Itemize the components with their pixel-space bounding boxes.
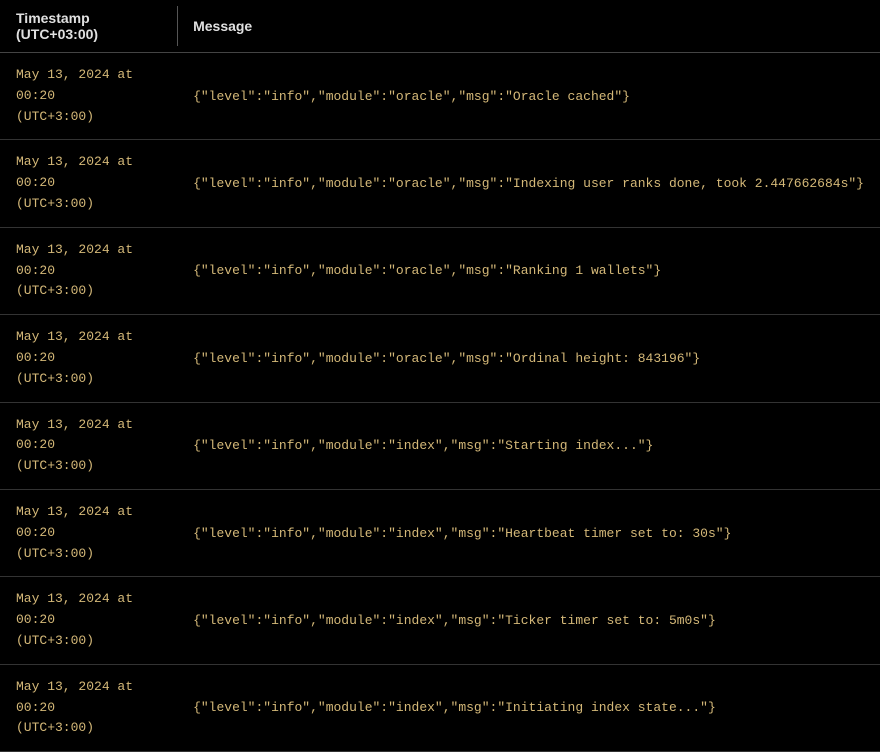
table-row[interactable]: May 13, 2024 at 00:20(UTC+3:00){"level":… — [0, 53, 880, 140]
timestamp-date: May 13, 2024 at 00:20 — [16, 502, 161, 544]
message-cell: {"level":"info","module":"index","msg":"… — [177, 664, 880, 751]
timestamp-cell: May 13, 2024 at 00:20(UTC+3:00) — [0, 664, 177, 751]
timestamp-tz: (UTC+3:00) — [16, 456, 161, 477]
timestamp-date: May 13, 2024 at 00:20 — [16, 240, 161, 282]
log-table: Timestamp (UTC+03:00) Message May 13, 20… — [0, 0, 880, 752]
timestamp-date: May 13, 2024 at 00:20 — [16, 327, 161, 369]
timestamp-date: May 13, 2024 at 00:20 — [16, 65, 161, 107]
timestamp-tz: (UTC+3:00) — [16, 281, 161, 302]
timestamp-date: May 13, 2024 at 00:20 — [16, 589, 161, 631]
table-row[interactable]: May 13, 2024 at 00:20(UTC+3:00){"level":… — [0, 577, 880, 664]
log-table-body: May 13, 2024 at 00:20(UTC+3:00){"level":… — [0, 53, 880, 752]
message-cell: {"level":"info","module":"oracle","msg":… — [177, 53, 880, 140]
table-header-row: Timestamp (UTC+03:00) Message — [0, 0, 880, 53]
timestamp-tz: (UTC+3:00) — [16, 718, 161, 739]
timestamp-cell: May 13, 2024 at 00:20(UTC+3:00) — [0, 227, 177, 314]
table-row[interactable]: May 13, 2024 at 00:20(UTC+3:00){"level":… — [0, 315, 880, 402]
message-cell: {"level":"info","module":"oracle","msg":… — [177, 140, 880, 227]
timestamp-date: May 13, 2024 at 00:20 — [16, 415, 161, 457]
timestamp-cell: May 13, 2024 at 00:20(UTC+3:00) — [0, 140, 177, 227]
timestamp-date: May 13, 2024 at 00:20 — [16, 677, 161, 719]
table-row[interactable]: May 13, 2024 at 00:20(UTC+3:00){"level":… — [0, 402, 880, 489]
message-cell: {"level":"info","module":"index","msg":"… — [177, 489, 880, 576]
message-cell: {"level":"info","module":"oracle","msg":… — [177, 315, 880, 402]
timestamp-column-header[interactable]: Timestamp (UTC+03:00) — [0, 0, 177, 53]
table-row[interactable]: May 13, 2024 at 00:20(UTC+3:00){"level":… — [0, 664, 880, 751]
timestamp-tz: (UTC+3:00) — [16, 544, 161, 565]
timestamp-cell: May 13, 2024 at 00:20(UTC+3:00) — [0, 315, 177, 402]
table-row[interactable]: May 13, 2024 at 00:20(UTC+3:00){"level":… — [0, 227, 880, 314]
table-row[interactable]: May 13, 2024 at 00:20(UTC+3:00){"level":… — [0, 489, 880, 576]
message-cell: {"level":"info","module":"index","msg":"… — [177, 577, 880, 664]
timestamp-date: May 13, 2024 at 00:20 — [16, 152, 161, 194]
timestamp-tz: (UTC+3:00) — [16, 631, 161, 652]
timestamp-cell: May 13, 2024 at 00:20(UTC+3:00) — [0, 489, 177, 576]
timestamp-cell: May 13, 2024 at 00:20(UTC+3:00) — [0, 402, 177, 489]
timestamp-cell: May 13, 2024 at 00:20(UTC+3:00) — [0, 53, 177, 140]
timestamp-tz: (UTC+3:00) — [16, 194, 161, 215]
table-row[interactable]: May 13, 2024 at 00:20(UTC+3:00){"level":… — [0, 140, 880, 227]
timestamp-cell: May 13, 2024 at 00:20(UTC+3:00) — [0, 577, 177, 664]
timestamp-tz: (UTC+3:00) — [16, 107, 161, 128]
message-column-header[interactable]: Message — [177, 0, 880, 53]
message-cell: {"level":"info","module":"oracle","msg":… — [177, 227, 880, 314]
timestamp-tz: (UTC+3:00) — [16, 369, 161, 390]
message-cell: {"level":"info","module":"index","msg":"… — [177, 402, 880, 489]
